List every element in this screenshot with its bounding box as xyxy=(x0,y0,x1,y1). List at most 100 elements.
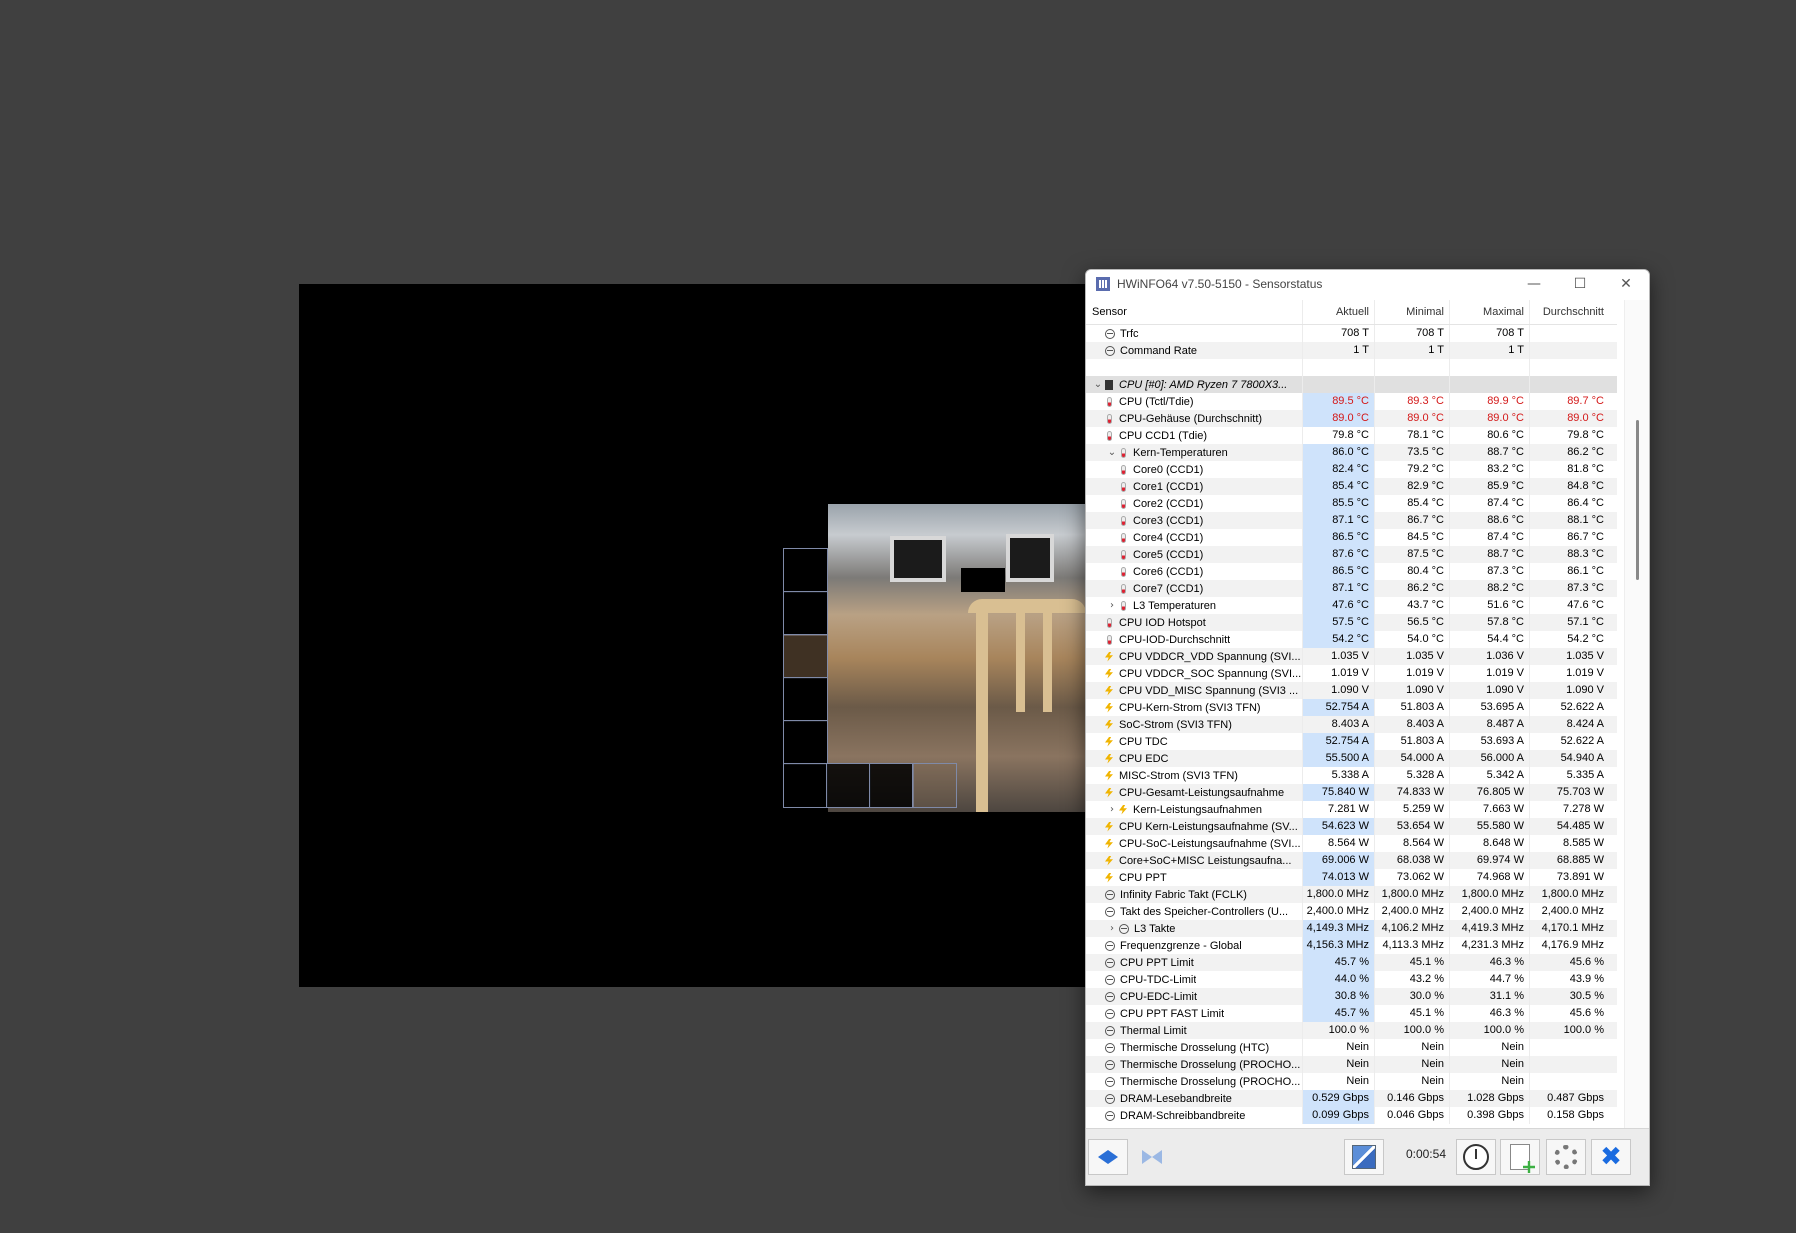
sensor-name-cell: MISC-Strom (SVI3 TFN) xyxy=(1086,767,1302,784)
table-row[interactable]: CPU VDDCR_SOC Spannung (SVI... 1.019 V 1.0… xyxy=(1086,665,1617,682)
collapse-columns-button[interactable] xyxy=(1132,1139,1172,1175)
lightning-bolt-icon xyxy=(1105,787,1113,798)
hwinfo-sensor-window[interactable]: HWiNFO64 v7.50-5150 - Sensorstatus — ☐ ✕… xyxy=(1085,269,1650,1186)
sensor-name-cell: Trfc xyxy=(1086,325,1302,342)
expand-chevron-icon[interactable]: › xyxy=(1105,600,1119,611)
vertical-scrollbar[interactable] xyxy=(1624,300,1649,1129)
table-row[interactable]: Core0 (CCD1) 82.4 °C 79.2 °C 83.2 °C 81.8 °C xyxy=(1086,461,1617,478)
minimize-button[interactable]: — xyxy=(1511,270,1557,298)
table-row[interactable]: Command Rate 1 T1 T1 T xyxy=(1086,342,1617,359)
table-row[interactable]: Thermische Drosselung (PROCHO... Nein Nein… xyxy=(1086,1073,1617,1090)
thermometer-icon xyxy=(1121,464,1126,475)
table-row[interactable]: CPU IOD Hotspot 57.5 °C 56.5 °C 57.8 °C 57.1… xyxy=(1086,614,1617,631)
average-value: 8.424 A xyxy=(1529,716,1609,733)
expand-chevron-icon[interactable]: › xyxy=(1105,804,1119,815)
sensor-name-cell: Command Rate xyxy=(1086,342,1302,359)
close-button[interactable]: ✕ xyxy=(1603,270,1649,298)
table-row[interactable]: CPU-SoC-Leistungsaufnahme (SVI... 8.564 W… xyxy=(1086,835,1617,852)
sensor-name-cell: Thermische Drosselung (HTC) xyxy=(1086,1039,1302,1056)
table-row[interactable]: MISC-Strom (SVI3 TFN) 5.338 A 5.328 A 5.342… xyxy=(1086,767,1617,784)
table-row[interactable]: Thermal Limit 100.0 % 100.0 % 100.0 % 100.0 … xyxy=(1086,1022,1617,1039)
sensor-name-cell: CPU-Gesamt-Leistungsaufnahme xyxy=(1086,784,1302,801)
minimum-value: 86.2 °C xyxy=(1374,580,1449,597)
table-row[interactable] xyxy=(1086,359,1617,376)
collapse-chevron-icon[interactable]: ⌄ xyxy=(1091,379,1105,390)
sensor-clock-icon xyxy=(1105,1008,1115,1019)
table-row[interactable]: CPU-TDC-Limit 44.0 % 43.2 % 44.7 % 43.9 % xyxy=(1086,971,1617,988)
table-row[interactable]: CPU PPT FAST Limit 45.7 % 45.1 % 46.3 % 45.6… xyxy=(1086,1005,1617,1022)
sensor-label: Core7 (CCD1) xyxy=(1133,582,1204,595)
average-value: 30.5 % xyxy=(1529,988,1609,1005)
table-row[interactable]: Core5 (CCD1) 87.6 °C 87.5 °C 88.7 °C 88.3 °C xyxy=(1086,546,1617,563)
table-row[interactable]: CPU Kern-Leistungsaufnahme (SV... 54.623 … xyxy=(1086,818,1617,835)
table-row[interactable]: Core7 (CCD1) 87.1 °C 86.2 °C 88.2 °C 87.3 °C xyxy=(1086,580,1617,597)
column-header-sensor[interactable]: Sensor xyxy=(1086,300,1302,324)
expand-chevron-icon[interactable]: › xyxy=(1105,923,1119,934)
scrollbar-thumb[interactable] xyxy=(1636,420,1639,580)
table-row[interactable]: CPU (Tctl/Tdie) 89.5 °C 89.3 °C 89.9 °C 89.7… xyxy=(1086,393,1617,410)
column-header-maximum[interactable]: Maximal xyxy=(1449,300,1529,324)
table-row[interactable]: Takt des Speicher-Controllers (U... 2,400… xyxy=(1086,903,1617,920)
collapse-chevron-icon[interactable]: ⌄ xyxy=(1105,447,1119,458)
sensor-group-row[interactable]: ⌄ CPU [#0]: AMD Ryzen 7 7800X3... xyxy=(1086,376,1617,393)
column-header-current[interactable]: Aktuell xyxy=(1302,300,1374,324)
table-row[interactable]: CPU-IOD-Durchschnitt 54.2 °C 54.0 °C 54.4 °… xyxy=(1086,631,1617,648)
expand-columns-button[interactable] xyxy=(1088,1139,1128,1175)
maximize-button[interactable]: ☐ xyxy=(1557,270,1603,298)
table-row[interactable]: › Kern-Leistungsaufnahmen 7.281 W 5.259 W 7.… xyxy=(1086,801,1617,818)
settings-button[interactable] xyxy=(1546,1139,1586,1175)
logging-button[interactable] xyxy=(1500,1139,1540,1175)
title-bar[interactable]: HWiNFO64 v7.50-5150 - Sensorstatus — ☐ ✕ xyxy=(1086,270,1649,298)
column-header-minimum[interactable]: Minimal xyxy=(1374,300,1449,324)
table-row[interactable]: SoC-Strom (SVI3 TFN) 8.403 A 8.403 A 8.487 … xyxy=(1086,716,1617,733)
table-row[interactable]: CPU-Gehäuse (Durchschnitt) 89.0 °C 89.0 °C… xyxy=(1086,410,1617,427)
table-row[interactable]: Core3 (CCD1) 87.1 °C 86.7 °C 88.6 °C 88.1 °C xyxy=(1086,512,1617,529)
render-tile xyxy=(783,763,828,808)
average-value: 54.2 °C xyxy=(1529,631,1609,648)
maximum-value xyxy=(1449,376,1529,393)
table-row[interactable]: CPU VDD_MISC Spannung (SVI3 ... 1.090 V 1.… xyxy=(1086,682,1617,699)
table-row[interactable]: ⌄ Kern-Temperaturen 86.0 °C 73.5 °C 88.7 °C 8… xyxy=(1086,444,1617,461)
table-row[interactable]: Trfc 708 T 708 T 708 T xyxy=(1086,325,1617,342)
maximum-value: 4,231.3 MHz xyxy=(1449,937,1529,954)
table-row[interactable]: › L3 Takte 4,149.3 MHz 4,106.2 MHz 4,419.3 M… xyxy=(1086,920,1617,937)
table-row[interactable]: Frequenzgrenze - Global 4,156.3 MHz 4,113.… xyxy=(1086,937,1617,954)
table-row[interactable]: Core6 (CCD1) 86.5 °C 80.4 °C 87.3 °C 86.1 °C xyxy=(1086,563,1617,580)
table-row[interactable]: CPU TDC 52.754 A 51.803 A 53.693 A 52.622 A xyxy=(1086,733,1617,750)
maximum-value: 7.663 W xyxy=(1449,801,1529,818)
table-row[interactable]: Core1 (CCD1) 85.4 °C 82.9 °C 85.9 °C 84.8 °C xyxy=(1086,478,1617,495)
minimum-value xyxy=(1374,376,1449,393)
table-row[interactable]: CPU PPT Limit 45.7 % 45.1 % 46.3 % 45.6 % xyxy=(1086,954,1617,971)
table-row[interactable]: CPU CCD1 (Tdie) 79.8 °C 78.1 °C 80.6 °C 79.8… xyxy=(1086,427,1617,444)
sensor-name-cell: CPU VDDCR_VDD Spannung (SVI... xyxy=(1086,648,1302,665)
table-row[interactable]: CPU-Gesamt-Leistungsaufnahme 75.840 W 74.8… xyxy=(1086,784,1617,801)
table-row[interactable]: CPU EDC 55.500 A 54.000 A 56.000 A 54.940 A xyxy=(1086,750,1617,767)
table-row[interactable]: Core2 (CCD1) 85.5 °C 85.4 °C 87.4 °C 86.4 °C xyxy=(1086,495,1617,512)
table-row[interactable]: CPU-EDC-Limit 30.8 % 30.0 % 31.1 % 30.5 % xyxy=(1086,988,1617,1005)
reset-timer-button[interactable] xyxy=(1456,1139,1496,1175)
add-report-icon xyxy=(1510,1144,1530,1170)
sensor-name-cell: Thermal Limit xyxy=(1086,1022,1302,1039)
close-sensors-button[interactable]: ✖ xyxy=(1591,1139,1631,1175)
table-row[interactable]: Thermische Drosselung (PROCHO... Nein Nein… xyxy=(1086,1056,1617,1073)
table-row[interactable]: CPU PPT 74.013 W 73.062 W 74.968 W 73.891 W xyxy=(1086,869,1617,886)
table-row[interactable]: DRAM-Schreibbandbreite 0.099 Gbps 0.046 Gb… xyxy=(1086,1107,1617,1124)
table-row[interactable]: Thermische Drosselung (HTC) Nein Nein Nein xyxy=(1086,1039,1617,1056)
column-header-average[interactable]: Durchschnitt xyxy=(1529,300,1609,324)
average-value: 57.1 °C xyxy=(1529,614,1609,631)
table-row[interactable]: CPU VDDCR_VDD Spannung (SVI... 1.035 V 1.0… xyxy=(1086,648,1617,665)
bottom-toolbar: 0:00:54 ✖ xyxy=(1086,1128,1649,1185)
table-row[interactable]: CPU-Kern-Strom (SVI3 TFN) 52.754 A 51.803 … xyxy=(1086,699,1617,716)
table-row[interactable]: › L3 Temperaturen 47.6 °C 43.7 °C 51.6 °C 47.… xyxy=(1086,597,1617,614)
average-value xyxy=(1529,342,1609,359)
table-row[interactable]: Infinity Fabric Takt (FCLK) 1,800.0 MHz 1,… xyxy=(1086,886,1617,903)
sensor-table[interactable]: Sensor Aktuell Minimal Maximal Durchschn… xyxy=(1086,300,1617,1129)
table-row[interactable]: Core+SoC+MISC Leistungsaufna... 69.006 W6… xyxy=(1086,852,1617,869)
average-value: 75.703 W xyxy=(1529,784,1609,801)
thermometer-icon xyxy=(1121,447,1126,458)
minimum-value: 8.403 A xyxy=(1374,716,1449,733)
average-value: 1.019 V xyxy=(1529,665,1609,682)
table-row[interactable]: Core4 (CCD1) 86.5 °C 84.5 °C 87.4 °C 86.7 °C xyxy=(1086,529,1617,546)
sensor-label: CPU (Tctl/Tdie) xyxy=(1119,395,1194,408)
table-row[interactable]: DRAM-Lesebandbreite 0.529 Gbps 0.146 Gbps 1… xyxy=(1086,1090,1617,1107)
